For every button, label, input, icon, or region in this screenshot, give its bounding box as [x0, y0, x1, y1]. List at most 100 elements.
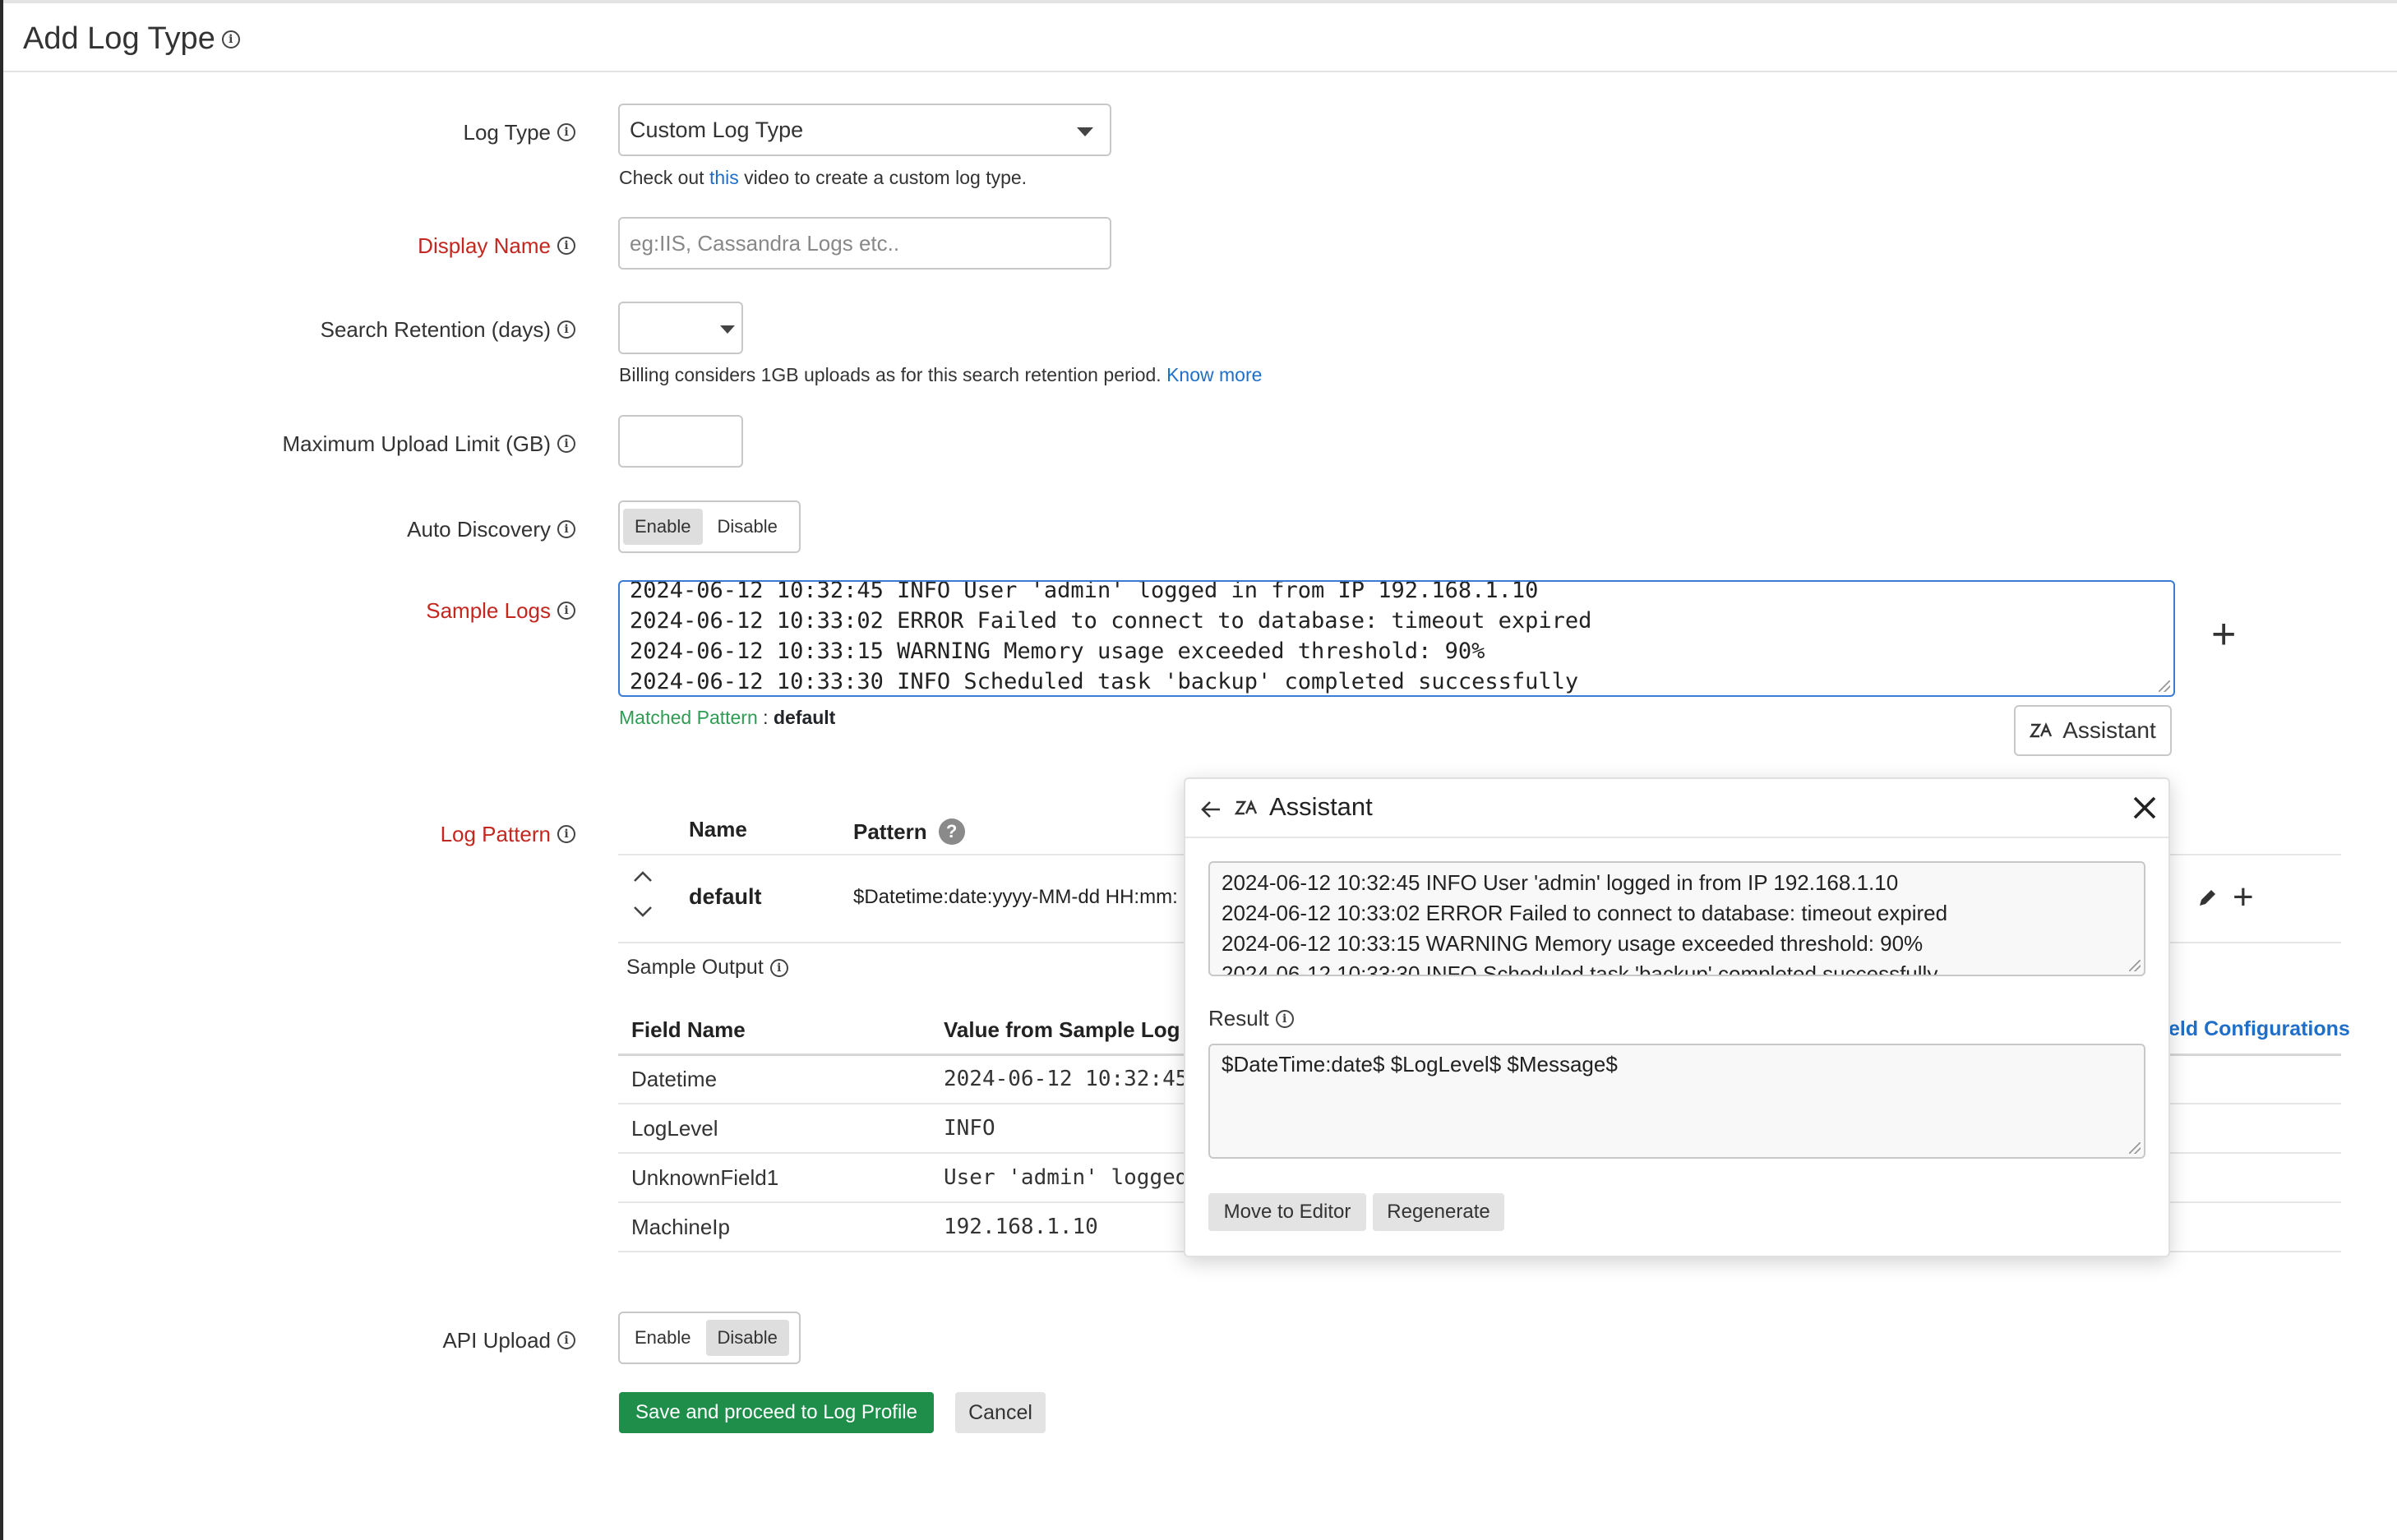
chevron-down-icon[interactable] [631, 904, 654, 923]
field-name-header: Field Name [631, 1017, 746, 1042]
regenerate-button[interactable]: Regenerate [1373, 1193, 1504, 1231]
info-icon[interactable]: i [557, 825, 575, 843]
result-textarea[interactable]: $DateTime:date$ $LogLevel$ $Message$ [1208, 1044, 2145, 1159]
search-retention-label: Search Retention (days) i [0, 315, 575, 344]
field-name-cell: UnknownField1 [631, 1165, 779, 1190]
pattern-name-header: Name [689, 817, 747, 841]
pattern-row-value: $Datetime:date:yyyy-MM-dd HH:mm: [853, 886, 1178, 908]
sample-log-line: 2024-06-12 10:33:02 ERROR Failed to conn… [630, 608, 1592, 634]
move-to-editor-button[interactable]: Move to Editor [1208, 1193, 1366, 1231]
display-name-label-text: Display Name [418, 233, 551, 258]
assistant-icon [1234, 799, 1259, 821]
sample-logs-label-text: Sample Logs [426, 597, 551, 623]
matched-pattern-separator: : [757, 707, 774, 728]
know-more-link[interactable]: Know more [1166, 364, 1262, 385]
assistant-input-textarea[interactable]: 2024-06-12 10:32:45 INFO User 'admin' lo… [1208, 861, 2145, 976]
video-link[interactable]: this [709, 167, 739, 188]
info-icon[interactable]: i [557, 602, 575, 620]
back-arrow-icon[interactable] [1198, 799, 1223, 824]
auto-discovery-label-text: Auto Discovery [407, 516, 551, 542]
matched-pattern-label: Matched Pattern [619, 707, 758, 728]
help-icon[interactable]: ? [938, 818, 965, 845]
assistant-icon [2030, 722, 2053, 738]
pattern-header-text: Pattern [853, 818, 927, 844]
page-title: Add Log Type i [23, 21, 240, 57]
info-icon[interactable]: i [557, 1331, 575, 1349]
info-icon[interactable]: i [1275, 1009, 1294, 1028]
info-icon[interactable]: i [221, 30, 240, 48]
log-type-select[interactable]: Custom Log Type [618, 104, 1111, 156]
info-icon[interactable]: i [557, 435, 575, 453]
max-upload-label: Maximum Upload Limit (GB) i [0, 429, 575, 459]
sample-logs-label: Sample Logs i [0, 596, 575, 625]
api-upload-label-text: API Upload [442, 1327, 551, 1353]
page-header: Add Log Type i [3, 3, 2397, 72]
log-type-help: Check out this video to create a custom … [619, 167, 1027, 189]
auto-discovery-label: Auto Discovery i [0, 514, 575, 544]
value-header: Value from Sample Log 1 [944, 1017, 1198, 1042]
caret-down-icon [1077, 127, 1093, 136]
log-type-value: Custom Log Type [630, 117, 804, 142]
log-pattern-label: Log Pattern i [0, 819, 575, 849]
log-pattern-label-text: Log Pattern [440, 821, 551, 846]
sample-logs-textarea[interactable]: 2024-06-12 10:32:45 INFO User 'admin' lo… [618, 580, 2175, 697]
plus-icon[interactable]: + [2211, 613, 2236, 656]
close-icon[interactable] [2131, 794, 2159, 826]
popover-title: Assistant [1269, 792, 1373, 821]
assistant-button-label: Assistant [2062, 717, 2156, 743]
cancel-button[interactable]: Cancel [955, 1392, 1046, 1433]
auto-discovery-disable[interactable]: Disable [706, 509, 789, 545]
sample-output-label: Sample Output i [626, 956, 788, 980]
resize-handle[interactable] [2129, 1142, 2141, 1154]
api-upload-enable[interactable]: Enable [623, 1320, 703, 1356]
info-icon[interactable]: i [557, 123, 575, 141]
pattern-row-name: default [689, 884, 762, 909]
matched-pattern-value: default [773, 707, 836, 728]
info-icon[interactable]: i [557, 320, 575, 339]
help-text-prefix: Check out [619, 167, 704, 188]
assistant-button[interactable]: Assistant [2014, 705, 2172, 756]
field-value-cell: 192.168.1.10 [944, 1215, 1098, 1239]
chevron-up-icon[interactable] [631, 869, 654, 888]
result-label: Result i [1208, 1006, 1294, 1031]
field-configurations-link[interactable]: eld Configurations [2168, 1017, 2350, 1041]
sample-log-line: 2024-06-12 10:33:30 INFO Scheduled task … [630, 669, 1579, 694]
plus-icon[interactable]: + [2233, 879, 2254, 915]
popover-header: Assistant [1185, 779, 2168, 838]
field-value-cell: 2024-06-12 10:32:45 [944, 1067, 1189, 1091]
search-retention-select[interactable] [618, 302, 743, 354]
field-name-cell: Datetime [631, 1067, 718, 1091]
result-label-text: Result [1208, 1006, 1269, 1031]
help-text-suffix: video to create a custom log type. [744, 167, 1028, 188]
api-upload-disable[interactable]: Disable [705, 1320, 789, 1356]
sample-log-line: 2024-06-12 10:32:45 INFO User 'admin' lo… [630, 580, 1539, 603]
log-type-label: Log Type i [0, 118, 575, 147]
assistant-input-line: 2024-06-12 10:33:15 WARNING Memory usage… [1222, 931, 1924, 956]
field-name-cell: LogLevel [631, 1116, 718, 1141]
save-proceed-button[interactable]: Save and proceed to Log Profile [619, 1392, 934, 1433]
pattern-header: Pattern ? [853, 818, 965, 845]
display-name-input[interactable]: eg:IIS, Cassandra Logs etc.. [618, 217, 1111, 270]
field-name-cell: MachineIp [631, 1215, 730, 1239]
info-icon[interactable]: i [769, 958, 788, 977]
field-value-cell: INFO [944, 1116, 995, 1141]
info-icon[interactable]: i [557, 237, 575, 255]
result-value: $DateTime:date$ $LogLevel$ $Message$ [1222, 1052, 1618, 1077]
sample-log-line: 2024-06-12 10:33:15 WARNING Memory usage… [630, 639, 1485, 664]
api-upload-toggle: Enable Disable [618, 1312, 801, 1364]
auto-discovery-enable[interactable]: Enable [623, 509, 703, 545]
edit-pencil-icon[interactable] [2195, 886, 2219, 915]
assistant-popover: Assistant 2024-06-12 10:32:45 INFO User … [1184, 777, 2170, 1257]
info-icon[interactable]: i [557, 520, 575, 538]
display-name-placeholder: eg:IIS, Cassandra Logs etc.. [630, 230, 900, 256]
retention-help-text: Billing considers 1GB uploads as for thi… [619, 364, 1162, 385]
page-title-text: Add Log Type [23, 21, 215, 56]
matched-pattern: Matched Pattern : default [619, 707, 835, 729]
auto-discovery-toggle: Enable Disable [618, 500, 801, 553]
display-name-label: Display Name i [0, 231, 575, 261]
resize-handle[interactable] [2159, 680, 2170, 692]
caret-down-icon [720, 325, 735, 334]
assistant-input-line: 2024-06-12 10:32:45 INFO User 'admin' lo… [1222, 870, 1899, 895]
resize-handle[interactable] [2129, 960, 2141, 971]
max-upload-input[interactable] [618, 415, 743, 468]
